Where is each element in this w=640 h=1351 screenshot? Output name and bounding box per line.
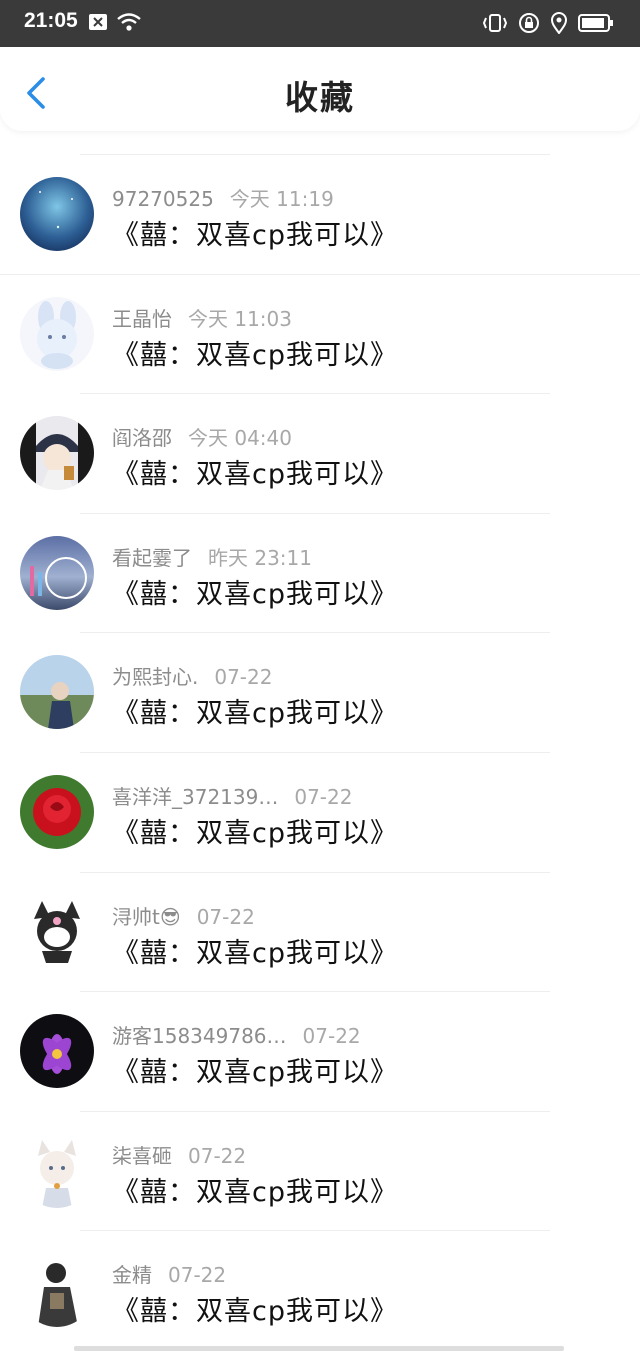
lock-rotation-icon [518,12,540,34]
item-time: 07-22 [196,904,255,929]
item-meta: 阎洛邵 今天 04:40 [112,422,292,451]
location-icon [550,12,568,34]
status-time: 21:05 [24,9,78,32]
rose-avatar[interactable] [20,774,94,849]
battery-icon [578,13,614,33]
status-bar: 21:05 [0,0,640,47]
item-meta: 97270525 今天 11:19 [112,183,334,212]
favorites-list[interactable]: 97270525 今天 11:19 《囍：双喜cp我可以》 王晶怡 今天 11:03… [0,131,640,1351]
item-time: 昨天 23:11 [208,545,312,570]
list-item[interactable]: 王晶怡 今天 11:03 《囍：双喜cp我可以》 [0,275,640,395]
item-meta: 喜洋洋_372139… 07-22 [112,781,352,810]
bottom-scroll-indicator [74,1346,564,1351]
item-author: 97270525 [112,187,214,211]
vibrate-icon [482,12,508,34]
list-item[interactable]: 为熙封心. 07-22 《囍：双喜cp我可以》 [0,633,640,753]
item-meta: 为熙封心. 07-22 [112,661,272,690]
item-content: 《囍：双喜cp我可以》 [112,220,398,251]
item-time: 今天 11:03 [188,306,292,331]
list-top-stub [0,131,640,155]
anime-boy-avatar[interactable] [20,416,94,491]
list-item[interactable]: 97270525 今天 11:19 《囍：双喜cp我可以》 [0,155,640,275]
item-content: 《囍：双喜cp我可以》 [112,698,398,730]
list-item[interactable]: 喜洋洋_372139… 07-22 《囍：双喜cp我可以》 [0,753,640,873]
item-author: 看起霎了 [112,545,192,570]
item-author: 柒喜砸 [112,1143,172,1168]
night-scene-avatar[interactable] [20,535,94,610]
item-content: 《囍：双喜cp我可以》 [112,1057,398,1089]
item-author: 金精 [112,1263,152,1288]
item-meta: 柒喜砸 07-22 [112,1140,246,1169]
list-item[interactable]: 浔帅t😎 07-22 《囍：双喜cp我可以》 [0,873,640,993]
page-title: 收藏 [285,78,355,117]
item-author: 为熙封心. [112,665,199,690]
list-item[interactable]: 柒喜砸 07-22 《囍：双喜cp我可以》 [0,1112,640,1232]
item-author: 喜洋洋_372139… [112,784,279,809]
item-meta: 游客158349786… 07-22 [112,1020,361,1049]
item-meta: 王晶怡 今天 11:03 [112,303,292,332]
item-content: 《囍：双喜cp我可以》 [112,817,398,849]
item-content: 《囍：双喜cp我可以》 [112,937,398,969]
item-author: 游客158349786… [112,1024,287,1049]
item-time: 今天 04:40 [188,426,292,451]
list-item[interactable]: 游客158349786… 07-22 《囍：双喜cp我可以》 [0,992,640,1112]
item-time: 07-22 [214,665,273,690]
item-time: 07-22 [188,1143,247,1168]
list-item[interactable]: 金精 07-22 《囍：双喜cp我可以》 [0,1231,640,1351]
wifi-icon [116,12,142,32]
item-author: 浔帅t😎 [112,904,181,929]
item-author: 王晶怡 [112,306,172,331]
close-box-icon [88,13,108,31]
kuromi-avatar[interactable] [20,894,94,969]
item-content: 《囍：双喜cp我可以》 [112,1296,398,1328]
item-content: 《囍：双喜cp我可以》 [112,459,398,491]
item-content: 《囍：双喜cp我可以》 [112,578,398,610]
lotus-avatar[interactable] [20,1014,94,1089]
item-time: 07-22 [294,784,353,809]
dark-figure-avatar[interactable] [20,1253,94,1328]
item-meta: 金精 07-22 [112,1259,226,1288]
item-author: 阎洛邵 [112,426,172,451]
list-item[interactable]: 看起霎了 昨天 23:11 《囍：双喜cp我可以》 [0,514,640,634]
item-content: 《囍：双喜cp我可以》 [112,1176,398,1208]
item-meta: 看起霎了 昨天 23:11 [112,542,312,571]
list-item[interactable]: 阎洛邵 今天 04:40 《囍：双喜cp我可以》 [0,394,640,514]
item-time: 07-22 [168,1263,227,1288]
status-left-icons [88,12,142,32]
galaxy-avatar[interactable] [20,177,94,251]
bunny-avatar[interactable] [20,296,94,371]
item-content: 《囍：双喜cp我可以》 [112,339,398,371]
item-time: 今天 11:19 [229,187,334,211]
item-time: 07-22 [302,1024,361,1049]
cat-boy-avatar[interactable] [20,1133,94,1208]
header-bar: 收藏 [0,47,640,131]
field-person-avatar[interactable] [20,655,94,730]
item-meta: 浔帅t😎 07-22 [112,901,255,930]
status-right-icons [482,12,614,34]
